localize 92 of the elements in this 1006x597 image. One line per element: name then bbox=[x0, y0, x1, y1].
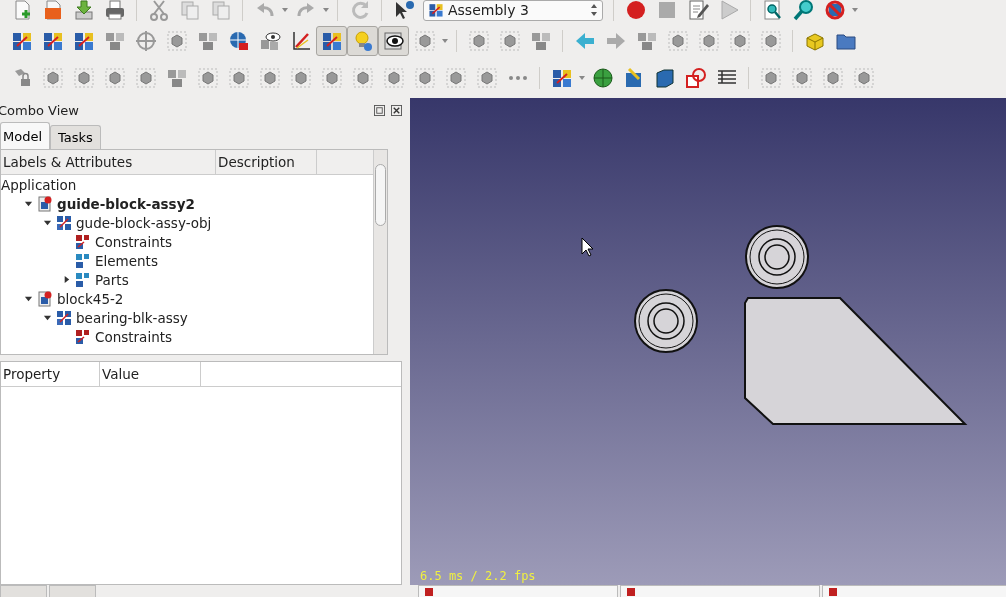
part-icon bbox=[289, 66, 312, 89]
tree-item[interactable]: Parts bbox=[95, 271, 129, 288]
part-icon bbox=[728, 29, 751, 52]
workbench-dropdown[interactable]: Assembly 3 bbox=[423, 0, 603, 21]
tree-item[interactable]: guide-block-assy2 bbox=[57, 195, 195, 212]
no-entry-icon bbox=[823, 0, 846, 21]
document-icon bbox=[425, 588, 433, 596]
caret-icon bbox=[852, 8, 858, 12]
cubes-icon bbox=[75, 328, 91, 345]
tree-item[interactable]: Elements bbox=[95, 252, 158, 269]
part-icon bbox=[258, 66, 281, 89]
cubes-icon bbox=[428, 2, 444, 18]
cubes-icon bbox=[56, 309, 72, 326]
page-magnifier-icon bbox=[761, 0, 784, 21]
part-icon bbox=[382, 66, 405, 89]
expand-arrow-icon[interactable] bbox=[24, 199, 33, 208]
part-icon bbox=[196, 66, 219, 89]
column-header[interactable]: Labels & Attributes bbox=[1, 150, 216, 174]
part-icon bbox=[498, 29, 521, 52]
part-icon bbox=[821, 66, 844, 89]
download-icon bbox=[72, 0, 95, 21]
part-icon bbox=[790, 66, 813, 89]
page-pencil-icon bbox=[686, 0, 709, 21]
column-header[interactable]: Property bbox=[1, 362, 100, 386]
part-icon bbox=[413, 29, 436, 52]
part-icon bbox=[413, 66, 436, 89]
float-icon[interactable] bbox=[374, 104, 385, 116]
document-icon bbox=[37, 290, 53, 307]
expand-arrow-icon[interactable] bbox=[24, 294, 33, 303]
tree-item[interactable]: Constraints bbox=[95, 233, 173, 250]
caret-icon bbox=[442, 38, 448, 43]
part-icon bbox=[444, 66, 467, 89]
part-icon bbox=[759, 29, 782, 52]
part-icon bbox=[852, 66, 875, 89]
expand-arrow-icon[interactable] bbox=[43, 218, 52, 227]
cylinder-part bbox=[745, 225, 809, 289]
part-icon bbox=[227, 66, 250, 89]
mouse-cursor-icon bbox=[581, 237, 594, 257]
record-icon bbox=[624, 0, 647, 21]
part-icon bbox=[666, 29, 689, 52]
tab[interactable]: Model bbox=[0, 122, 51, 149]
cubes-icon bbox=[56, 214, 72, 231]
cylinder-part bbox=[634, 289, 698, 353]
crosshair-icon bbox=[134, 29, 157, 52]
expand-arrow-icon[interactable] bbox=[43, 313, 52, 322]
tree-item[interactable]: bearing-blk-assy bbox=[76, 309, 188, 326]
cube-icon bbox=[653, 66, 676, 89]
spin-arrows-icon bbox=[590, 3, 598, 17]
document-icon bbox=[37, 195, 53, 212]
part-icon bbox=[697, 29, 720, 52]
cubes-icon bbox=[75, 252, 91, 269]
cubes-icon bbox=[75, 271, 91, 288]
fps-counter: 6.5 ms / 2.2 fps bbox=[420, 569, 536, 583]
part-icon bbox=[351, 66, 374, 89]
shapes-icon bbox=[684, 66, 707, 89]
part-icon bbox=[467, 29, 490, 52]
part-icon bbox=[72, 66, 95, 89]
tree-item[interactable]: gude-block-assy-obj bbox=[76, 214, 212, 231]
cubes-icon bbox=[75, 233, 91, 250]
close-icon[interactable] bbox=[391, 104, 402, 116]
part-icon bbox=[41, 66, 64, 89]
expand-arrow-icon[interactable] bbox=[62, 275, 71, 284]
eye-cubes-icon bbox=[258, 29, 281, 52]
printer-icon bbox=[103, 0, 126, 21]
tree-item[interactable]: Constraints bbox=[95, 328, 173, 345]
part-icon bbox=[165, 29, 188, 52]
sphere-icon bbox=[591, 66, 614, 89]
tab[interactable]: Tasks bbox=[50, 125, 101, 149]
document-icon bbox=[829, 588, 837, 596]
part-icon bbox=[320, 66, 343, 89]
globe-lock-icon bbox=[227, 29, 250, 52]
part-icon bbox=[475, 66, 498, 89]
document-tab[interactable] bbox=[822, 585, 1006, 597]
document-icon bbox=[627, 588, 635, 596]
caret-icon bbox=[579, 75, 585, 80]
tree-item[interactable]: Application bbox=[1, 176, 77, 193]
part-icon bbox=[134, 66, 157, 89]
tree-item[interactable]: block45-2 bbox=[57, 290, 124, 307]
document-tab[interactable] bbox=[620, 585, 820, 597]
part-icon bbox=[103, 66, 126, 89]
caret-icon bbox=[323, 8, 329, 12]
toolbar-button[interactable] bbox=[378, 25, 409, 56]
document-tab[interactable] bbox=[418, 585, 618, 597]
column-header[interactable]: Value bbox=[100, 362, 201, 386]
scissors-icon bbox=[147, 0, 170, 21]
column-header[interactable]: Description bbox=[216, 150, 317, 174]
dots-icon bbox=[508, 75, 527, 80]
caret-icon bbox=[282, 8, 288, 12]
eye-icon bbox=[382, 29, 405, 52]
part-icon bbox=[759, 66, 782, 89]
scrollbar[interactable] bbox=[373, 150, 387, 354]
zoom-icon bbox=[792, 0, 815, 21]
